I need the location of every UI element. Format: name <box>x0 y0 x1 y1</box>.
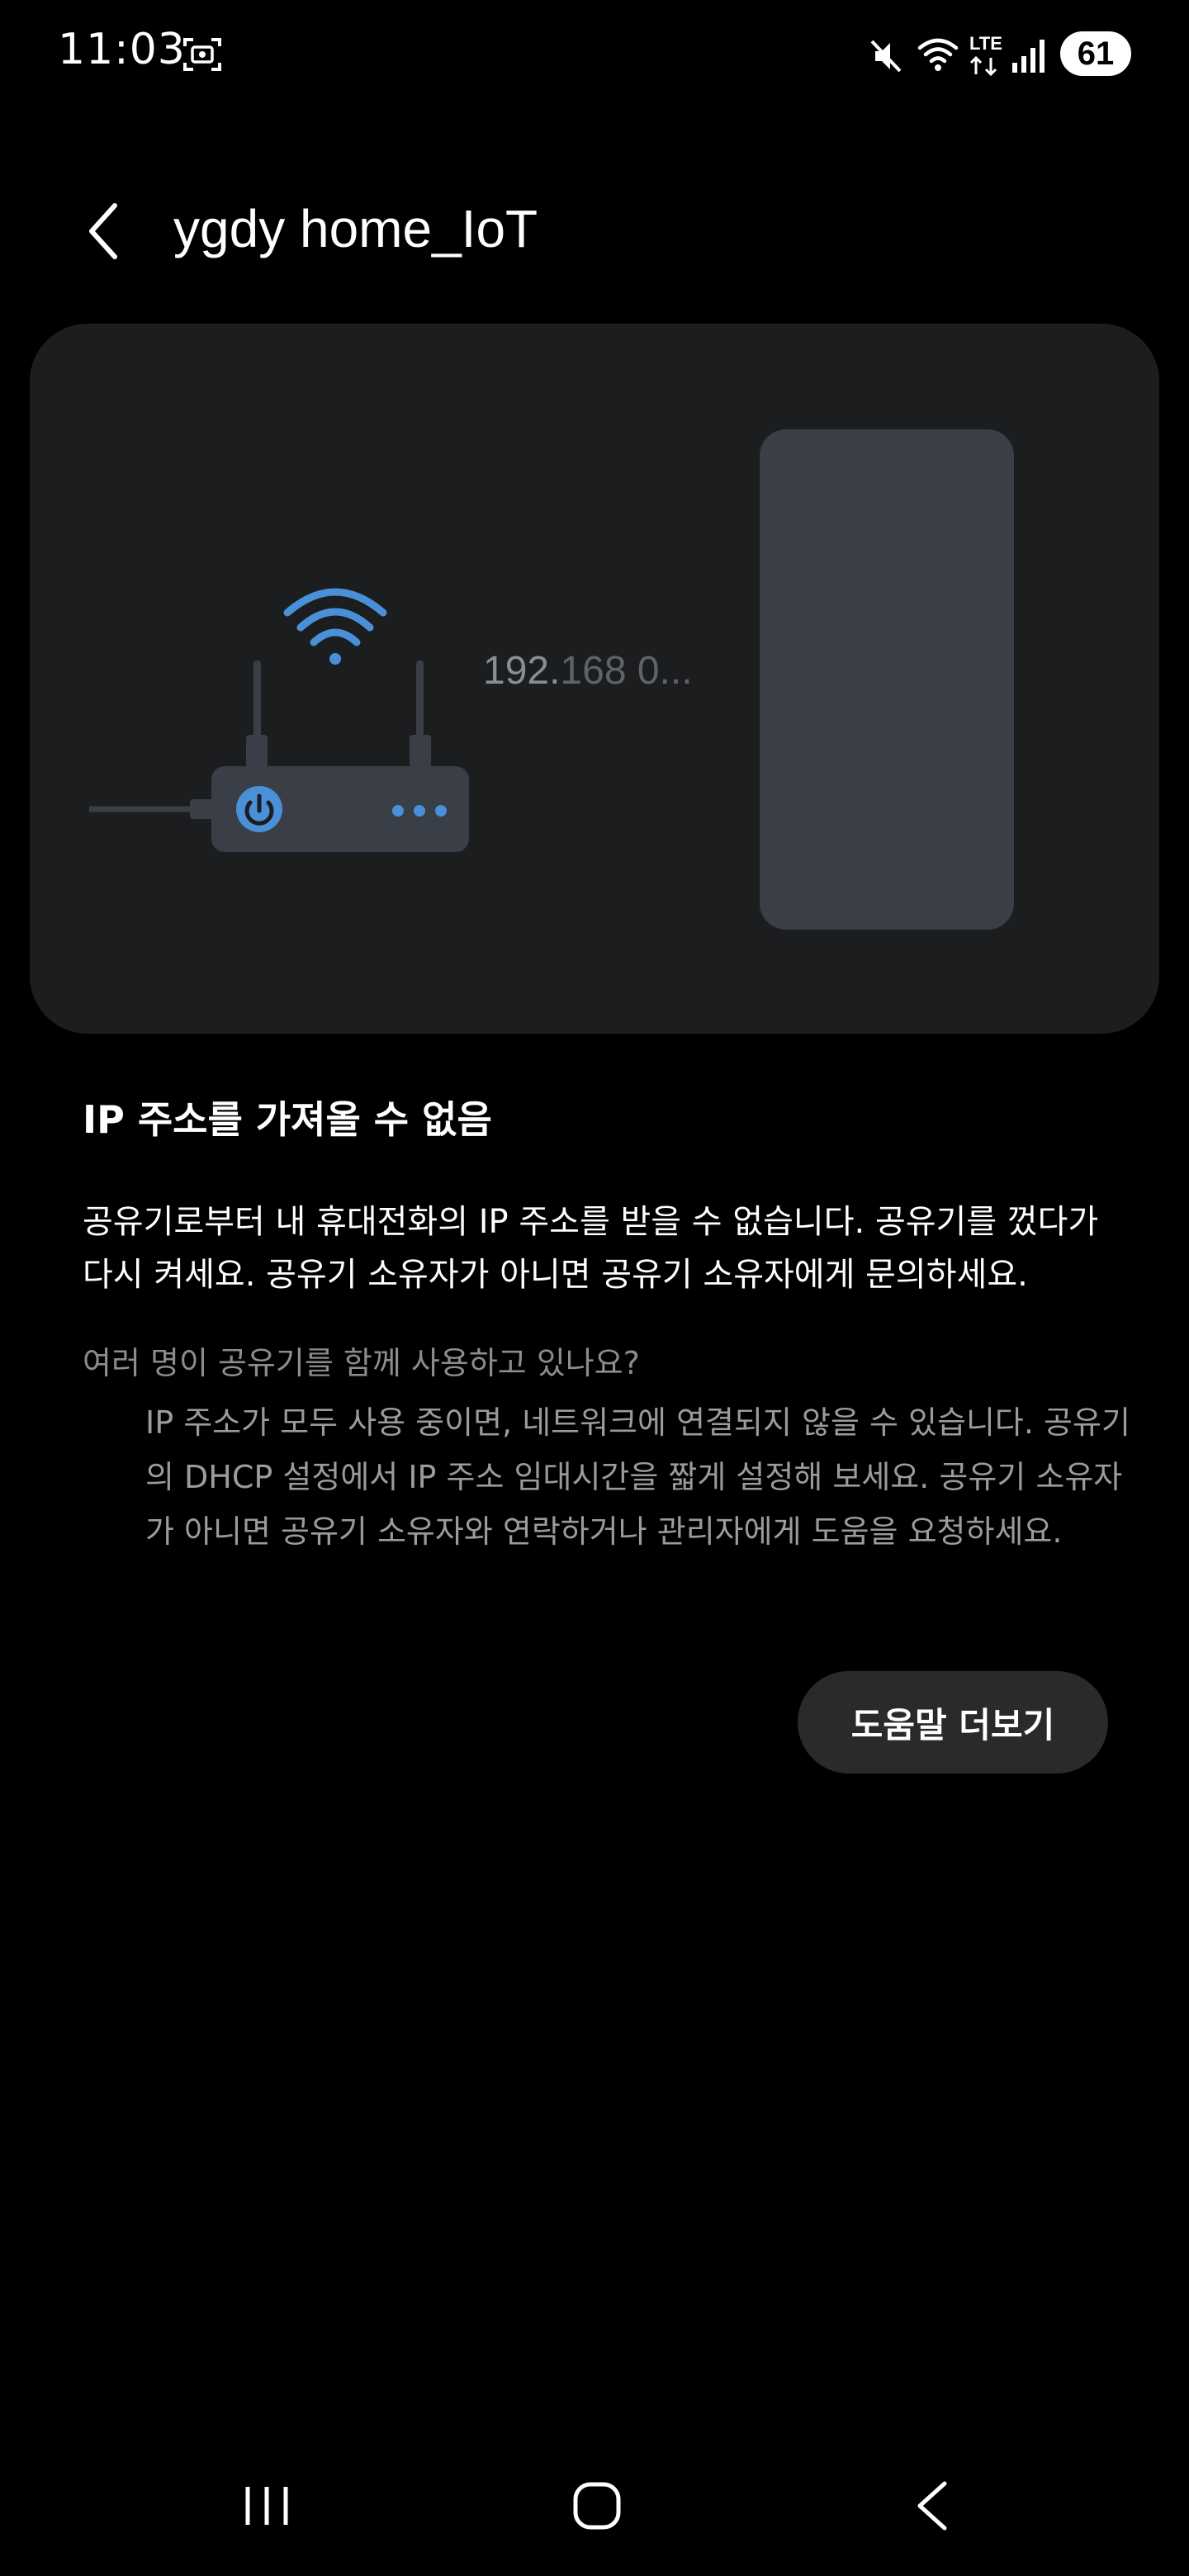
chevron-left-icon <box>89 203 117 259</box>
back-button[interactable] <box>74 198 132 264</box>
error-title: IP 주소를 가져올 수 없음 <box>83 1097 492 1142</box>
ip-address-rest: 168 0... <box>560 649 693 693</box>
back-icon[interactable] <box>908 2477 958 2535</box>
error-description: 공유기로부터 내 휴대전화의 IP 주소를 받을 수 없습니다. 공유기를 껐다… <box>83 1203 1099 1294</box>
more-help-button[interactable]: 도움말 더보기 <box>798 1671 1108 1773</box>
home-icon[interactable] <box>570 2477 624 2535</box>
signal-icon <box>1011 36 1049 76</box>
lte-icon: LTE <box>966 30 1004 79</box>
phone-icon <box>760 429 1014 930</box>
status-time: 11:03 <box>58 25 186 74</box>
wifi-signal-icon <box>283 588 387 665</box>
wifi-icon <box>917 35 959 74</box>
page-title: ygdy home_IoT <box>173 199 538 258</box>
tips-text: IP 주소가 모두 사용 중이면, 네트워크에 연결되지 않을 수 있습니다. … <box>145 1404 1130 1550</box>
question-heading: 여러 명이 공유기를 함께 사용하고 있나요? <box>83 1345 640 1381</box>
mute-icon <box>867 36 905 76</box>
screenshot-icon <box>182 35 223 74</box>
recents-icon[interactable] <box>239 2477 294 2535</box>
router-icon <box>83 570 479 867</box>
battery-badge: 61 <box>1060 31 1131 76</box>
ip-address-text: 192.168 0... <box>483 648 693 694</box>
ip-address-bold: 192. <box>483 649 561 693</box>
